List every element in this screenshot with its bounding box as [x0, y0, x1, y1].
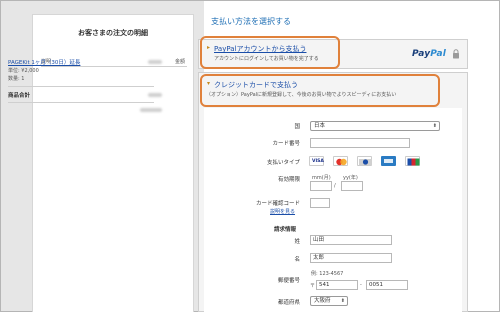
postal-code-example: 例: 123-4567 [311, 271, 344, 277]
first-name-input[interactable]: 太郎 [310, 253, 392, 263]
postal-prefix: 〒 [310, 283, 316, 289]
last-name-input[interactable]: 山田 [310, 235, 392, 245]
amex-mark [384, 158, 393, 163]
expiry-separator: / [334, 183, 336, 189]
country-select[interactable]: 日本 ⬍ [310, 121, 440, 131]
summary-divider [8, 102, 154, 103]
mastercard-circles [336, 158, 347, 165]
cvv-input[interactable] [310, 198, 330, 208]
item-quantity: 数量: 1 [8, 76, 25, 82]
item-amount-redacted [148, 60, 162, 64]
card-number-input[interactable] [310, 138, 410, 148]
last-name-label: 姓 [294, 239, 300, 245]
credit-card-option-highlight [200, 74, 440, 107]
lock-icon [453, 49, 459, 59]
postal-code-label: 郵便番号 [277, 278, 300, 284]
card-type-label: 支払いタイプ [266, 160, 300, 166]
item-unit-price: 単位: ¥2,000 [8, 68, 39, 74]
paypal-option-highlight [200, 36, 340, 69]
subtotal-label: 商品合計 [8, 93, 31, 99]
select-arrows-icon: ⬍ [432, 123, 437, 129]
prefecture-select[interactable]: 大阪府 ⬍ [310, 296, 348, 306]
country-select-value: 日本 [314, 123, 326, 129]
amount-column-header: 金額 [174, 59, 185, 65]
expiry-year-input[interactable] [341, 181, 363, 191]
paypal-logo-pal: Pal [430, 49, 447, 59]
cvv-label: カード確認コード [255, 201, 300, 207]
first-name-label: 名 [294, 257, 300, 263]
postal-code-dash: - [360, 282, 362, 288]
cvv-help-link[interactable]: 説明を見る [270, 208, 295, 215]
item-name-link[interactable]: PAGEKit 1ヶ月（30日）延長 [8, 58, 80, 66]
country-label: 国 [294, 124, 300, 130]
expiry-year-hint: yy(年) [343, 175, 358, 181]
visa-label: VISA [312, 159, 324, 164]
diners-club-mark [359, 158, 372, 165]
total-amount-redacted [140, 108, 162, 112]
select-arrows-icon: ⬍ [340, 298, 345, 304]
expiry-month-hint: mm(月) [312, 175, 331, 181]
paypal-logo: PayPal [412, 49, 446, 59]
jcb-mark [407, 158, 420, 165]
postal-code-first-input[interactable]: 541 [316, 280, 358, 290]
subtotal-amount-redacted [148, 93, 162, 97]
jcb-card-icon [405, 156, 420, 166]
diners-club-card-icon [357, 156, 372, 166]
visa-card-icon: VISA [309, 156, 324, 166]
amex-card-icon [381, 156, 396, 166]
payment-method-title: 支払い方法を選択する [211, 17, 291, 26]
billing-heading: 請求情報 [274, 227, 297, 233]
expiry-label: 有効期限 [277, 177, 300, 183]
prefecture-label: 都道府県 [277, 300, 300, 306]
order-summary-title: お客さまの注文の明細 [78, 29, 148, 37]
prefecture-select-value: 大阪府 [314, 298, 331, 304]
mastercard-icon [333, 156, 348, 166]
expiry-month-input[interactable] [310, 181, 332, 191]
card-number-label: カード番号 [272, 141, 300, 147]
summary-divider [8, 86, 154, 87]
paypal-logo-pay: Pay [412, 49, 431, 59]
postal-code-second-input[interactable]: 0051 [366, 280, 408, 290]
